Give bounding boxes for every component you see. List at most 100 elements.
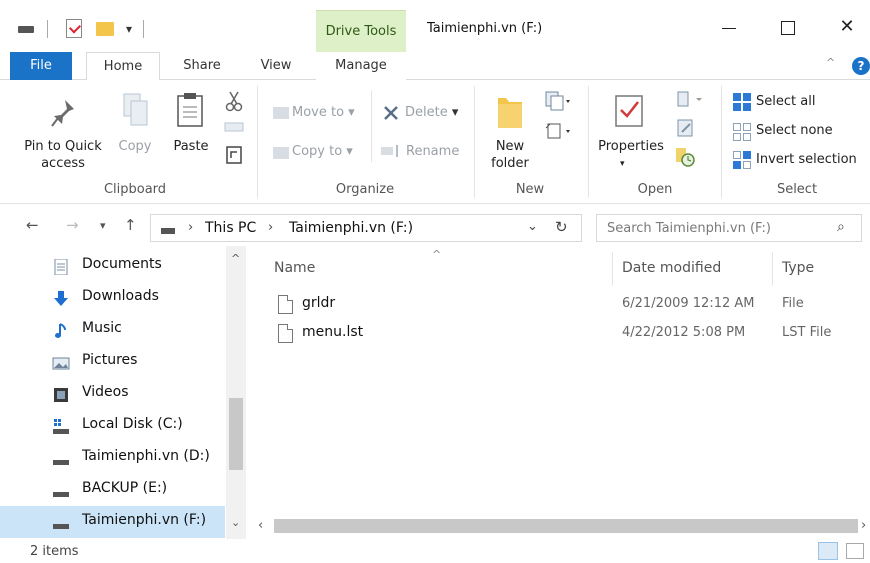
sidebar-item-backup-e[interactable]: BACKUP (E:): [0, 474, 225, 506]
new-folder-label-line2: folder: [491, 156, 529, 171]
search-icon[interactable]: ⌕: [837, 219, 845, 235]
sidebar-item-label: Documents: [82, 256, 162, 272]
select-all-icon: [733, 93, 751, 111]
cut-icon[interactable]: [224, 90, 244, 112]
edit-icon[interactable]: [676, 118, 696, 138]
address-dropdown-icon[interactable]: ⌄: [527, 219, 538, 234]
pin-icon: [51, 100, 74, 127]
tab-file[interactable]: File: [10, 52, 72, 80]
column-header-date-modified[interactable]: Date modified: [622, 260, 721, 276]
file-date: 4/22/2012 5:08 PM: [622, 325, 746, 340]
invert-selection-icon: [733, 151, 751, 169]
copy-button[interactable]: Copy: [112, 138, 158, 155]
open-icon[interactable]: [676, 90, 704, 110]
back-button[interactable]: ←: [26, 216, 39, 234]
sidebar-item-documents[interactable]: Documents: [0, 250, 225, 282]
file-icon: [278, 324, 293, 343]
forward-button[interactable]: →: [66, 216, 79, 234]
refresh-icon[interactable]: ↻: [555, 218, 568, 236]
copy-to-button[interactable]: Copy to ▾: [292, 143, 353, 160]
table-row[interactable]: grldr 6/21/2009 12:12 AM File: [272, 292, 870, 320]
close-button[interactable]: ✕: [830, 12, 864, 42]
column-separator[interactable]: [612, 252, 613, 286]
breadcrumb-separator: ›: [268, 220, 274, 235]
sidebar-item-label: Music: [82, 320, 122, 336]
sidebar-item-downloads[interactable]: Downloads: [0, 282, 225, 314]
table-row[interactable]: menu.lst 4/22/2012 5:08 PM LST File: [272, 321, 870, 349]
sidebar-item-music[interactable]: Music: [0, 314, 225, 346]
address-bar[interactable]: › This PC › Taimienphi.vn (F:) ⌄ ↻: [150, 214, 582, 242]
paste-shortcut-icon[interactable]: [226, 146, 242, 164]
up-button[interactable]: ↑: [124, 216, 137, 234]
file-explorer-window: ▾ Drive Tools Taimienphi.vn (F:) ✕ File …: [0, 0, 870, 563]
tab-home[interactable]: Home: [86, 52, 160, 81]
window-title: Taimienphi.vn (F:): [427, 21, 543, 36]
local-disk-icon: [53, 419, 69, 434]
breadcrumb-location[interactable]: Taimienphi.vn (F:): [289, 220, 413, 236]
new-folder-button[interactable]: New folder: [482, 138, 538, 172]
sidebar-item-label: Taimienphi.vn (F:): [82, 512, 207, 528]
column-header-name[interactable]: Name: [274, 260, 315, 276]
new-folder-label-line1: New: [495, 139, 525, 154]
open-group-label: Open: [637, 182, 673, 197]
maximize-button[interactable]: [770, 12, 804, 42]
customize-quick-access-icon[interactable]: ▾: [126, 22, 132, 44]
invert-selection-button[interactable]: Invert selection: [756, 151, 857, 168]
rename-button[interactable]: Rename: [406, 143, 459, 160]
column-separator[interactable]: [772, 252, 773, 286]
clipboard-group-label: Clipboard: [103, 182, 167, 197]
select-all-button[interactable]: Select all: [756, 93, 815, 110]
pin-to-quick-access-button[interactable]: Pin to Quick access: [18, 138, 108, 172]
title-bar: ▾ Drive Tools Taimienphi.vn (F:) ✕: [0, 0, 870, 52]
tab-share[interactable]: Share: [170, 52, 234, 80]
move-to-button[interactable]: Move to ▾: [292, 104, 355, 121]
nav-scrollbar[interactable]: ^ ⌄: [226, 246, 246, 539]
sidebar-item-local-disk-c[interactable]: Local Disk (C:): [0, 410, 225, 442]
properties-icon: [615, 95, 643, 127]
breadcrumb-separator: ›: [188, 220, 194, 235]
organize-inner-separator: [371, 90, 372, 162]
help-icon[interactable]: ?: [852, 57, 870, 75]
column-header-type[interactable]: Type: [782, 260, 814, 276]
scroll-left-icon[interactable]: ‹: [258, 518, 263, 533]
breadcrumb-this-pc[interactable]: This PC: [205, 220, 256, 236]
scroll-right-icon[interactable]: ›: [861, 518, 866, 533]
horizontal-scrollbar[interactable]: ‹ ›: [246, 514, 870, 538]
horizontal-scroll-thumb[interactable]: [274, 519, 858, 533]
copy-path-icon[interactable]: [224, 120, 244, 134]
nav-scroll-thumb[interactable]: [229, 398, 243, 470]
large-icons-view-icon[interactable]: [846, 543, 864, 559]
easy-access-icon[interactable]: [544, 120, 572, 142]
minimize-button[interactable]: [712, 12, 746, 42]
sidebar-item-taimienphi-d[interactable]: Taimienphi.vn (D:): [0, 442, 225, 474]
properties-button[interactable]: Properties: [594, 138, 668, 155]
select-none-button[interactable]: Select none: [756, 122, 833, 139]
new-folder-quick-icon[interactable]: [96, 22, 114, 36]
sidebar-item-pictures[interactable]: Pictures: [0, 346, 225, 378]
sidebar-item-taimienphi-f[interactable]: Taimienphi.vn (F:): [0, 506, 225, 538]
new-item-icon[interactable]: [544, 90, 572, 112]
select-none-icon: [733, 123, 751, 141]
paste-button[interactable]: Paste: [168, 138, 214, 155]
delete-button[interactable]: Delete ▾: [405, 104, 458, 121]
copy-to-icon: [273, 147, 289, 159]
ribbon: Pin to Quick access Copy Paste Clipboard…: [0, 80, 870, 204]
search-input[interactable]: [597, 215, 833, 241]
collapse-ribbon-icon[interactable]: ^: [826, 56, 835, 69]
music-icon: [55, 323, 66, 338]
details-view-icon[interactable]: [818, 542, 838, 560]
file-name: grldr: [302, 295, 336, 311]
scroll-down-icon[interactable]: ⌄: [231, 516, 240, 529]
properties-dropdown-icon[interactable]: ▾: [620, 156, 625, 173]
tab-manage[interactable]: Manage: [316, 52, 406, 80]
search-box[interactable]: ⌕: [596, 214, 862, 242]
history-icon[interactable]: [674, 146, 698, 168]
scroll-up-icon[interactable]: ^: [231, 252, 240, 265]
sidebar-item-videos[interactable]: Videos: [0, 378, 225, 410]
ribbon-group-separator: [474, 86, 475, 198]
copy-to-label: Copy to: [292, 144, 343, 159]
recent-locations-icon[interactable]: ▾: [100, 219, 106, 232]
tab-view[interactable]: View: [246, 52, 306, 80]
file-icon: [278, 295, 293, 314]
properties-quick-icon[interactable]: [66, 19, 82, 38]
